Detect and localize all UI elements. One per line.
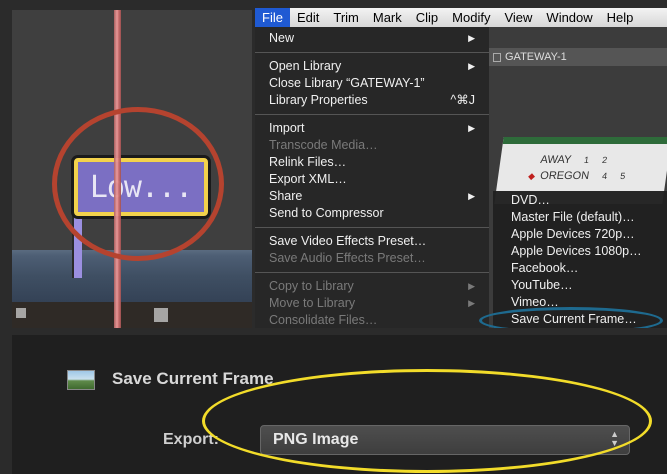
menu-item-export-xml[interactable]: Export XML… (269, 171, 481, 187)
menu-item-close-library[interactable]: Close Library “GATEWAY-1” (269, 75, 481, 91)
submenu-arrow-icon: ▶ (468, 298, 475, 308)
menu-item-send-to-compressor[interactable]: Send to Compressor (269, 205, 481, 221)
file-menu: New ▶ Open Library ▶ Close Library “GATE… (255, 27, 489, 328)
menu-separator (255, 114, 489, 115)
menu-view[interactable]: View (497, 8, 539, 27)
menu-item-label: Copy to Library (269, 279, 354, 293)
menu-separator (255, 52, 489, 53)
submenu-arrow-icon: ▶ (468, 191, 475, 201)
menu-item-open-library[interactable]: Open Library ▶ (269, 58, 481, 74)
shortcut-label: ^⌘J (450, 93, 475, 107)
export-dialog: Save Current Frame Export: PNG Image ▲ ▼ (12, 335, 667, 474)
menu-item-save-video-effects-preset[interactable]: Save Video Effects Preset… (269, 233, 481, 249)
away-team: AWAY (539, 154, 572, 166)
menu-item-relink-files[interactable]: Relink Files… (269, 154, 481, 170)
menu-help[interactable]: Help (600, 8, 641, 27)
share-item-apple-720p[interactable]: Apple Devices 720p… (511, 225, 667, 243)
scoreboard-home-row: ◆ OREGON 4 5 (527, 170, 626, 182)
film-icon (493, 53, 501, 62)
share-item-apple-1080p[interactable]: Apple Devices 1080p… (511, 242, 667, 260)
menu-mark[interactable]: Mark (366, 8, 409, 27)
dialog-title: Save Current Frame (112, 369, 274, 388)
library-header: GATEWAY-1 (489, 48, 667, 66)
fcp-menu-panel: File Edit Trim Mark Clip Modify View Win… (255, 8, 667, 328)
home-score-1: 4 (601, 171, 608, 181)
submenu-arrow-icon: ▶ (468, 123, 475, 133)
menu-item-label: Import (269, 121, 305, 135)
menu-bar: File Edit Trim Mark Clip Modify View Win… (255, 8, 667, 27)
menu-item-library-properties[interactable]: Library Properties ^⌘J (269, 92, 481, 108)
menu-item-label: Library Properties (269, 93, 368, 107)
menu-file[interactable]: File (255, 8, 290, 27)
highlight-circle-red (52, 107, 224, 261)
menu-item-import[interactable]: Import ▶ (269, 120, 481, 136)
menu-item-label: Move to Library (269, 296, 356, 310)
home-team: OREGON (539, 170, 590, 182)
menu-window[interactable]: Window (539, 8, 599, 27)
scoreboard-away-row: AWAY 1 2 (540, 154, 608, 166)
menu-trim[interactable]: Trim (326, 8, 366, 27)
share-item-facebook[interactable]: Facebook… (511, 259, 667, 277)
menu-item-copy-to-library: Copy to Library ▶ (269, 278, 481, 294)
menu-item-new[interactable]: New ▶ (269, 30, 481, 46)
home-score-2: 5 (619, 171, 626, 181)
menu-item-save-audio-effects-preset: Save Audio Effects Preset… (269, 251, 426, 265)
highlight-circle-yellow (202, 369, 652, 473)
menu-item-label: Share (269, 189, 303, 203)
menu-edit[interactable]: Edit (290, 8, 326, 27)
submenu-arrow-icon: ▶ (468, 61, 475, 71)
highlight-circle-blue (479, 307, 663, 328)
away-score-1: 1 (583, 155, 590, 165)
menu-item-move-to-library: Move to Library ▶ (269, 295, 481, 311)
menu-item-label: Open Library (269, 59, 342, 73)
menu-separator (255, 227, 489, 228)
menu-item-label: New (269, 31, 295, 45)
menu-clip[interactable]: Clip (409, 8, 445, 27)
clip-thumbnail-strip (12, 302, 252, 328)
menu-separator (255, 272, 489, 273)
submenu-arrow-icon: ▶ (468, 281, 475, 291)
share-item-master-file[interactable]: Master File (default)… (511, 208, 667, 226)
diamond-icon: ◆ (527, 171, 536, 181)
timeline-zoom-panel: Low... (12, 10, 252, 328)
submenu-arrow-icon: ▶ (468, 33, 475, 43)
share-item-youtube[interactable]: YouTube… (511, 276, 667, 294)
away-score-2: 2 (601, 155, 608, 165)
menu-item-transcode-media: Transcode Media… (269, 138, 378, 152)
menu-item-consolidate-files: Consolidate Files… (269, 313, 378, 327)
library-name: GATEWAY-1 (505, 51, 567, 63)
menu-modify[interactable]: Modify (445, 8, 497, 27)
menu-item-share[interactable]: Share ▶ (269, 188, 481, 204)
share-item-dvd[interactable]: DVD… (511, 191, 667, 209)
photo-thumbnail-icon (67, 370, 95, 390)
